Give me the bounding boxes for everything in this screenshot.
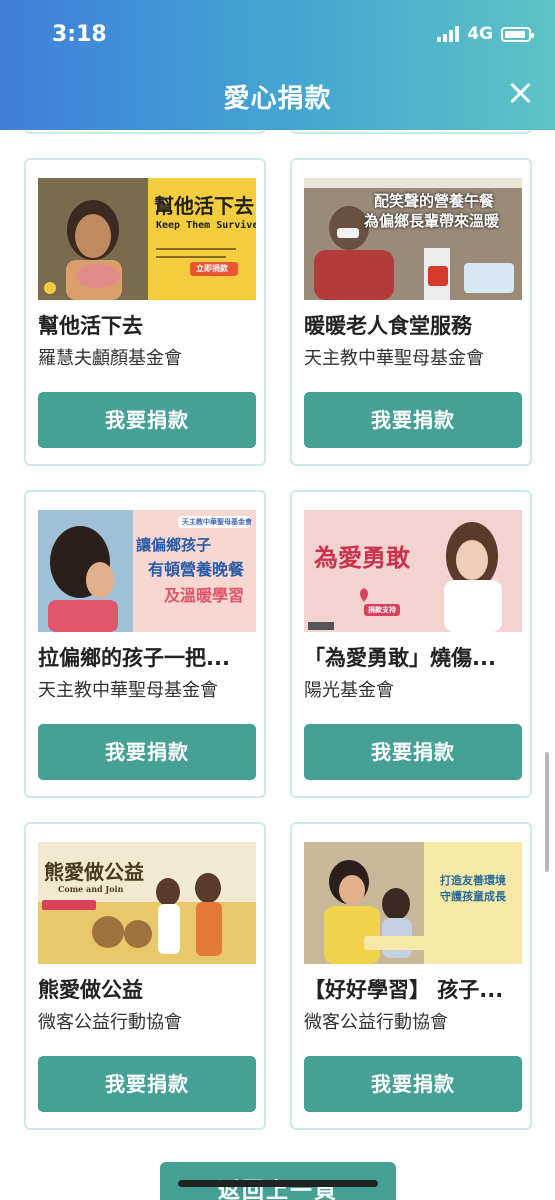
donation-card[interactable]: 打造友善環境 守護孩童成長 【好好學習】 孩子... 微客公益行動協會 我要捐款 (290, 822, 532, 1130)
status-time: 3:18 (52, 22, 107, 47)
donation-list: 幫他活下去 Keep Them Survive 立即捐款 幫他活下去 羅慧夫顱顏… (0, 130, 555, 1200)
network-label: 4G (467, 24, 493, 44)
campaign-image[interactable]: 熊愛做公益 Come and Join (38, 842, 256, 964)
poster-headline: 熊愛做公益 (44, 860, 144, 884)
battery-icon (501, 26, 534, 42)
campaign-title: 幫他活下去 (38, 314, 143, 338)
poster-line: 有頓營養晚餐 (148, 560, 245, 579)
page-title: 愛心捐款 (223, 84, 332, 114)
scrollbar[interactable] (545, 752, 549, 872)
poster-badge: 天主教中華聖母基金會 (182, 517, 252, 526)
header-bar: 3:18 4G 愛心捐款 (0, 0, 555, 130)
poster-headline: 為愛勇敢 (314, 543, 410, 572)
donate-button[interactable]: 我要捐款 (304, 724, 522, 780)
donation-card[interactable]: 為愛勇敢 捐款支持 「為愛勇敢」燒傷... 陽光基金會 我要捐款 (290, 490, 532, 798)
poster-line: 打造友善環境 (440, 874, 506, 887)
donate-button[interactable]: 我要捐款 (304, 1056, 522, 1112)
donation-card[interactable]: 天主教中華聖母基金會 讓偏鄉孩子 有頓營養晚餐 及溫暖學習 拉偏鄉的孩子一把..… (24, 490, 266, 798)
campaign-image[interactable]: 打造友善環境 守護孩童成長 (304, 842, 522, 964)
home-indicator[interactable] (178, 1180, 378, 1187)
campaign-image[interactable]: 為愛勇敢 捐款支持 (304, 510, 522, 632)
poster-cta: 立即捐款 (196, 263, 228, 273)
campaign-title: 熊愛做公益 (38, 978, 143, 1002)
poster-line: 為偏鄉長輩帶來溫暖 (364, 212, 500, 230)
donate-button[interactable]: 我要捐款 (304, 392, 522, 448)
campaign-title: 拉偏鄉的孩子一把... (38, 646, 230, 670)
close-icon[interactable] (507, 80, 533, 106)
organization-name: 微客公益行動協會 (304, 1012, 448, 1033)
organization-name: 微客公益行動協會 (38, 1012, 182, 1033)
organization-name: 天主教中華聖母基金會 (38, 680, 218, 701)
donate-button[interactable]: 我要捐款 (38, 1056, 256, 1112)
campaign-title: 暖暖老人食堂服務 (304, 314, 472, 338)
campaign-title: 【好好學習】 孩子... (304, 978, 504, 1002)
poster-subtitle: Come and Join (58, 884, 124, 894)
donate-button[interactable]: 我要捐款 (38, 724, 256, 780)
organization-name: 陽光基金會 (304, 680, 394, 701)
poster-headline: 幫他活下去 (154, 194, 254, 218)
signal-icon (437, 26, 460, 42)
poster-line: 及溫暖學習 (164, 586, 245, 605)
poster-line: 配笑聲的營養午餐 (374, 192, 495, 210)
donation-card[interactable]: 配笑聲的營養午餐 為偏鄉長輩帶來溫暖 暖暖老人食堂服務 天主教中華聖母基金會 我… (290, 158, 532, 466)
poster-subtitle: Keep Them Survive (156, 220, 256, 231)
poster-line: 讓偏鄉孩子 (136, 536, 212, 554)
previous-card-edge (24, 130, 266, 134)
organization-name: 天主教中華聖母基金會 (304, 348, 484, 369)
campaign-image[interactable]: 天主教中華聖母基金會 讓偏鄉孩子 有頓營養晚餐 及溫暖學習 (38, 510, 256, 632)
campaign-image[interactable]: 配笑聲的營養午餐 為偏鄉長輩帶來溫暖 (304, 178, 522, 300)
poster-cta: 捐款支持 (368, 605, 396, 614)
poster-line: 守護孩童成長 (440, 890, 506, 903)
donation-card[interactable]: 幫他活下去 Keep Them Survive 立即捐款 幫他活下去 羅慧夫顱顏… (24, 158, 266, 466)
campaign-title: 「為愛勇敢」燒傷... (304, 646, 496, 670)
donate-button[interactable]: 我要捐款 (38, 392, 256, 448)
donation-card[interactable]: 熊愛做公益 Come and Join 熊愛做公益 微客公益行動協會 我要捐款 (24, 822, 266, 1130)
campaign-image[interactable]: 幫他活下去 Keep Them Survive 立即捐款 (38, 178, 256, 300)
organization-name: 羅慧夫顱顏基金會 (38, 348, 182, 369)
previous-card-edge (290, 130, 532, 134)
status-icons: 4G (437, 24, 534, 44)
